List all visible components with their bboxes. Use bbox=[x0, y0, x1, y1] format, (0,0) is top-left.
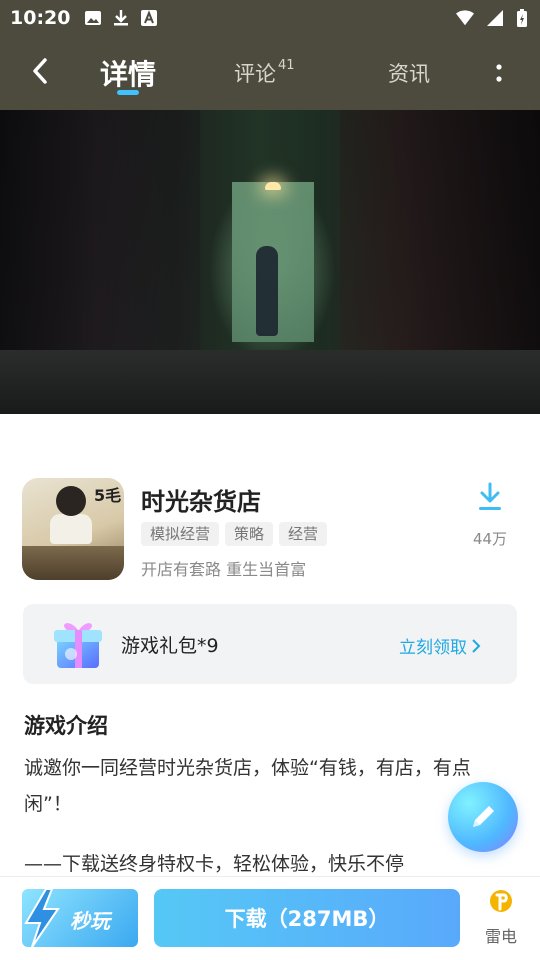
carousel-dot[interactable] bbox=[444, 440, 516, 443]
lightning-icon bbox=[24, 888, 60, 948]
top-navigation: 详情 评论 41 资讯 bbox=[0, 36, 540, 110]
battery-icon bbox=[517, 9, 527, 27]
status-time: 10:20 bbox=[10, 7, 71, 29]
quick-play-label: 秒玩 bbox=[70, 909, 110, 933]
leidian-button[interactable]: 雷电 bbox=[478, 889, 524, 949]
status-system-icons bbox=[456, 8, 528, 28]
hero-screenshot[interactable] bbox=[0, 110, 540, 414]
write-review-button[interactable] bbox=[448, 782, 518, 852]
active-tab-indicator bbox=[117, 90, 139, 95]
tab-comments-label: 评论 bbox=[234, 62, 276, 86]
app-icon-figure-body bbox=[50, 514, 92, 544]
leidian-icon bbox=[490, 890, 512, 912]
gift-pack-label: 游戏礼包*9 bbox=[121, 635, 219, 657]
tab-details[interactable]: 详情 bbox=[100, 36, 156, 110]
gift-box-icon bbox=[54, 623, 102, 668]
download-button[interactable]: 下载（287MB） bbox=[154, 889, 460, 947]
pencil-icon bbox=[473, 806, 494, 827]
tab-news[interactable]: 资讯 bbox=[388, 36, 430, 110]
intro-section-title: 游戏介绍 bbox=[24, 714, 108, 738]
app-icon-price-text: 5毛 bbox=[94, 486, 122, 505]
download-icon[interactable] bbox=[476, 482, 504, 512]
app-slogan: 开店有套路 重生当首富 bbox=[141, 560, 307, 579]
hero-character bbox=[256, 246, 278, 336]
chevron-right-icon bbox=[472, 638, 481, 653]
app-tag[interactable]: 策略 bbox=[225, 522, 274, 546]
comment-count-badge: 41 bbox=[278, 57, 295, 73]
tab-details-label: 详情 bbox=[100, 58, 157, 91]
download-count: 44万 bbox=[472, 530, 508, 548]
app-tags: 模拟经营 策略 经营 bbox=[141, 522, 328, 546]
image-icon bbox=[85, 11, 102, 25]
gift-pack-banner[interactable]: 游戏礼包*9 立刻领取 bbox=[23, 604, 517, 684]
app-icon: 5毛 bbox=[22, 478, 124, 580]
carousel-dot[interactable] bbox=[276, 440, 348, 443]
tab-comments[interactable]: 评论 41 bbox=[234, 36, 295, 110]
claim-now-label: 立刻领取 bbox=[399, 638, 467, 658]
carousel-dot[interactable] bbox=[360, 440, 432, 443]
hero-lamp bbox=[265, 182, 281, 190]
app-icon-figure-head bbox=[56, 486, 86, 516]
status-notification-icons bbox=[84, 9, 158, 27]
app-icon-shelf bbox=[22, 546, 124, 580]
carousel-dot[interactable] bbox=[24, 440, 96, 443]
more-vertical-icon[interactable] bbox=[490, 60, 508, 86]
leidian-label: 雷电 bbox=[484, 927, 517, 946]
back-arrow-icon[interactable] bbox=[28, 56, 54, 86]
app-tag[interactable]: 模拟经营 bbox=[141, 522, 220, 546]
carousel-dot[interactable] bbox=[108, 440, 180, 443]
app-store-icon bbox=[141, 10, 158, 26]
app-tag[interactable]: 经营 bbox=[279, 522, 328, 546]
signal-icon bbox=[487, 10, 503, 26]
hero-floor bbox=[0, 350, 540, 414]
app-name: 时光杂货店 bbox=[141, 488, 261, 516]
download-status-icon bbox=[114, 10, 129, 26]
claim-now-link[interactable]: 立刻领取 bbox=[399, 633, 481, 658]
intro-paragraph-2: ——下载送终身特权卡，轻松体验，快乐不停 bbox=[24, 853, 405, 875]
bottom-action-bar: 秒玩 下载（287MB） 雷电 bbox=[0, 876, 540, 960]
tab-news-label: 资讯 bbox=[388, 62, 430, 86]
intro-paragraph: 诚邀你一同经营时光杂货店，体验“有钱，有店，有点闲”！ bbox=[24, 757, 471, 815]
wifi-icon bbox=[456, 10, 474, 26]
carousel-indicator bbox=[24, 440, 516, 443]
status-bar: 10:20 bbox=[0, 0, 540, 36]
quick-play-button[interactable]: 秒玩 bbox=[22, 888, 138, 948]
carousel-dot[interactable] bbox=[192, 440, 264, 443]
